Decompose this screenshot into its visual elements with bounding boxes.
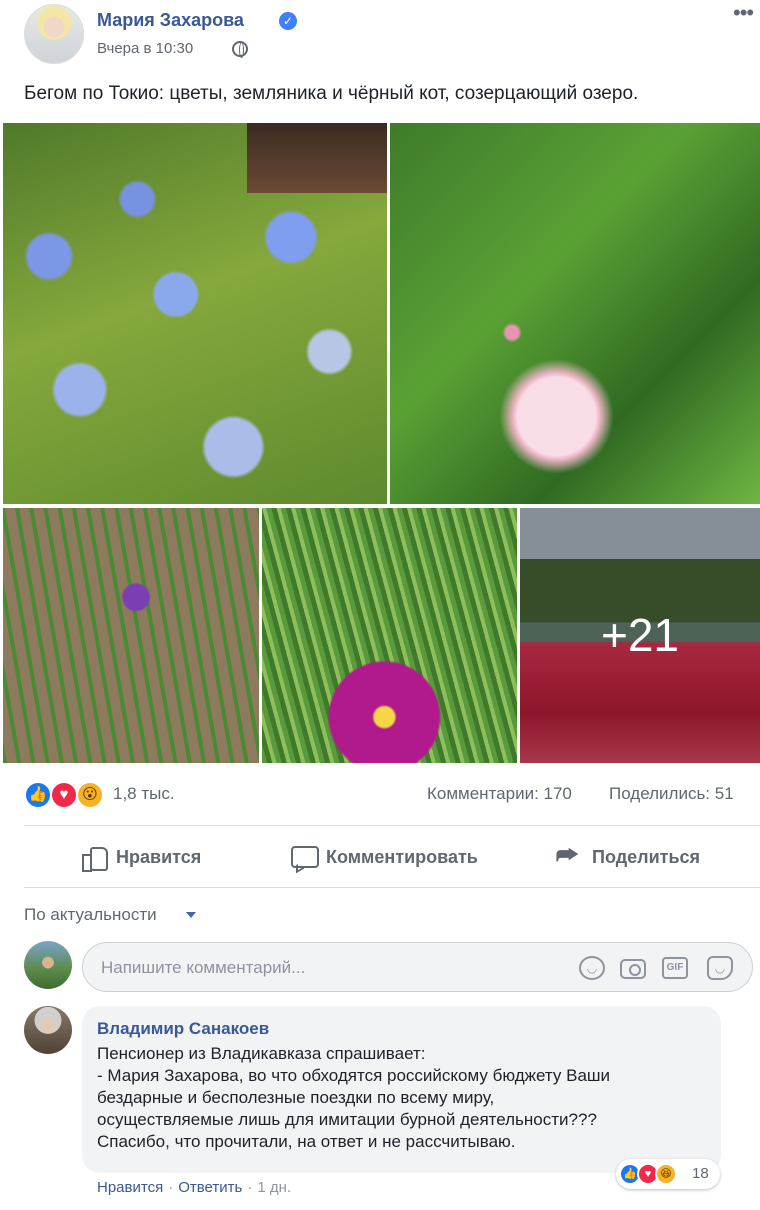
photo-iris-bed[interactable] <box>3 508 259 763</box>
comment-reaction-count: 18 <box>692 1165 709 1182</box>
thumbs-up-icon <box>80 844 108 872</box>
comment-line: Пенсионер из Владикавказа спрашивает: <box>97 1044 426 1063</box>
share-arrow-icon <box>556 842 584 870</box>
wow-reaction-icon: 😮 <box>76 781 104 809</box>
comment-button-label: Комментировать <box>326 846 478 867</box>
comment-reply-link[interactable]: Ответить <box>178 1179 242 1196</box>
verified-badge-icon: ✓ <box>279 12 297 30</box>
comment-button[interactable]: Комментировать <box>290 840 478 874</box>
comment-bubble: Владимир Санакоев Пенсионер из Владикавк… <box>82 1006 721 1173</box>
comment-actions: Нравится · Ответить · 1 дн. <box>97 1179 291 1196</box>
comment-line: осуществляемые лишь для имитации бурной … <box>97 1110 597 1129</box>
post-caption: Бегом по Токио: цветы, земляника и чёрны… <box>24 83 639 104</box>
like-button-label: Нравится <box>116 846 202 867</box>
more-options-icon[interactable]: ••• <box>733 0 754 26</box>
current-user-avatar <box>24 941 72 989</box>
commenter-avatar[interactable] <box>24 1006 72 1054</box>
haha-reaction-icon: 😆 <box>655 1163 677 1185</box>
gif-icon[interactable]: GIF <box>662 957 688 979</box>
like-reaction-icon: 👍 <box>24 781 52 809</box>
comment-line: бездарные и бесполезные поездки по всему… <box>97 1088 495 1107</box>
like-button[interactable]: Нравится <box>80 840 201 874</box>
post-header: Мария Захарова ✓ Вчера в 10:30 ••• <box>0 0 760 70</box>
more-photos-count: +21 <box>600 609 680 661</box>
sort-dropdown[interactable]: По актуальности <box>24 905 157 925</box>
comment-text: Пенсионер из Владикавказа спрашивает: - … <box>97 1043 717 1153</box>
comment-line: Спасибо, что прочитали, на ответ и не ра… <box>97 1132 516 1151</box>
comment-bubble-icon <box>290 844 319 870</box>
sticker-icon[interactable]: ◡ <box>707 956 733 980</box>
photo-iris-closeup[interactable] <box>262 508 517 763</box>
comment-reactions[interactable]: 👍 ♥ 😆 18 <box>616 1159 720 1189</box>
comment-like-link[interactable]: Нравится <box>97 1179 163 1196</box>
emoji-icon[interactable]: ◡ <box>579 956 605 980</box>
love-reaction-icon: ♥ <box>50 781 78 809</box>
shares-count[interactable]: Поделились: 51 <box>609 784 734 804</box>
comments-count[interactable]: Комментарии: 170 <box>427 784 572 804</box>
photo-azaleas-more[interactable]: +21 <box>520 508 760 763</box>
author-name[interactable]: Мария Захарова <box>97 10 244 31</box>
reaction-icons[interactable]: 👍 ♥ 😮 <box>24 781 110 809</box>
comment-line: - Мария Захарова, во что обходятся росси… <box>97 1066 611 1085</box>
caret-down-icon[interactable] <box>186 912 196 918</box>
camera-icon[interactable] <box>620 959 646 979</box>
comment-input-box[interactable]: ◡ GIF ◡ <box>82 942 753 992</box>
separator: · <box>168 1179 174 1196</box>
photo-background-shadow <box>247 123 387 193</box>
divider <box>24 887 760 888</box>
commenter-name[interactable]: Владимир Санакоев <box>97 1019 269 1039</box>
photo-hydrangeas[interactable] <box>3 123 387 504</box>
author-avatar[interactable] <box>24 4 84 64</box>
separator: · <box>247 1179 253 1196</box>
globe-icon <box>232 41 248 58</box>
comment-input[interactable] <box>101 955 571 981</box>
divider <box>24 825 760 826</box>
photo-bindweed-flower[interactable] <box>390 123 760 504</box>
share-button[interactable]: Поделиться <box>556 840 700 874</box>
reaction-count[interactable]: 1,8 тыс. <box>113 784 175 804</box>
share-button-label: Поделиться <box>592 846 701 867</box>
post-timestamp[interactable]: Вчера в 10:30 <box>97 40 193 57</box>
comment-age[interactable]: 1 дн. <box>257 1179 291 1196</box>
